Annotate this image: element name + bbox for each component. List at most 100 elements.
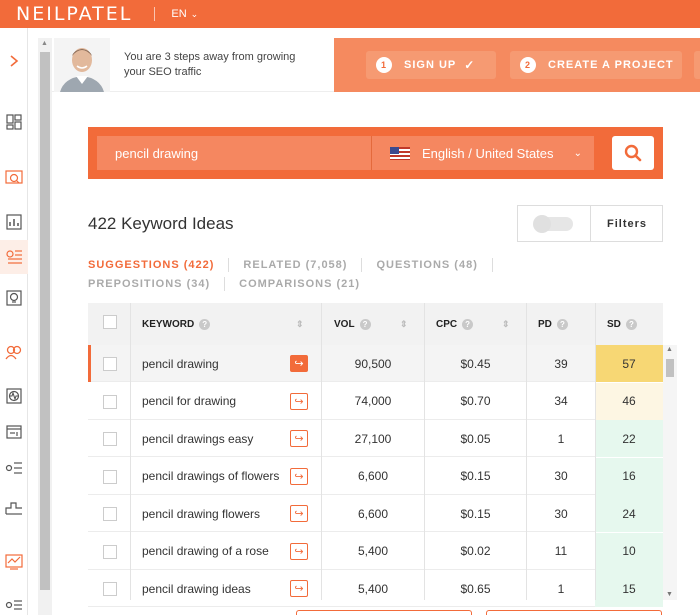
divider xyxy=(491,258,493,272)
step-number: 2 xyxy=(520,57,536,73)
row-checkbox[interactable] xyxy=(103,469,117,484)
row-checkbox[interactable] xyxy=(103,394,117,409)
filters-button[interactable]: Filters xyxy=(607,218,647,230)
scroll-up-arrow-icon[interactable]: ▲ xyxy=(41,40,48,47)
tab-questions[interactable]: QUESTIONS (48) xyxy=(376,259,477,271)
select-all-checkbox[interactable] xyxy=(103,315,117,329)
open-keyword-icon[interactable]: ↪ xyxy=(290,392,308,410)
keyword-link[interactable]: pencil for drawing xyxy=(142,383,236,420)
cpc-value: $0.65 xyxy=(460,581,491,596)
tab-prepositions[interactable]: PREPOSITIONS (34) xyxy=(88,278,210,290)
content-ideas-icon[interactable] xyxy=(0,420,28,444)
keyword-link[interactable]: pencil drawings of flowers xyxy=(142,458,279,495)
open-keyword-icon[interactable]: ↪ xyxy=(290,430,308,447)
tab-comparisons[interactable]: COMPARISONS (21) xyxy=(239,278,360,290)
table-row[interactable]: pencil drawing flowers ↪ 6,600 $0.15 30 24 xyxy=(88,495,663,532)
bottom-action-button[interactable] xyxy=(486,610,662,615)
step-sign-up-button[interactable]: 1 SIGN UP ✓ xyxy=(366,51,496,79)
language-label: EN xyxy=(171,8,187,20)
scroll-down-arrow-icon[interactable]: ▼ xyxy=(666,591,673,598)
filter-toggle[interactable] xyxy=(533,214,573,233)
divider xyxy=(361,258,363,272)
chrome-extension-icon[interactable] xyxy=(0,496,28,520)
cpc-value: $0.15 xyxy=(460,469,491,483)
keyword-link[interactable]: pencil drawing of a rose xyxy=(142,533,269,570)
list-search-icon[interactable] xyxy=(0,456,28,480)
step-next-button[interactable] xyxy=(694,51,700,79)
traffic-analyzer-icon[interactable] xyxy=(0,210,28,234)
keyword-visualizer-icon[interactable] xyxy=(0,286,28,310)
sidebar-scrollbar[interactable]: ▲ xyxy=(38,38,52,615)
tab-related[interactable]: RELATED (7,058) xyxy=(243,259,347,271)
dashboard-icon[interactable] xyxy=(0,110,28,134)
keyword-link[interactable]: pencil drawing flowers xyxy=(142,495,260,532)
table-row[interactable]: pencil drawings easy ↪ 27,100 $0.05 1 22 xyxy=(88,420,663,457)
vol-value: 6,600 xyxy=(357,469,389,483)
sd-value: 22 xyxy=(595,420,663,457)
scrollbar-thumb[interactable] xyxy=(40,52,50,590)
table-row[interactable]: pencil drawings of flowers ↪ 6,600 $0.15 30 1… xyxy=(88,457,663,495)
sort-icon[interactable]: ⇕ xyxy=(400,319,408,330)
open-keyword-icon[interactable]: ↪ xyxy=(290,542,308,560)
row-checkbox[interactable] xyxy=(103,544,117,559)
keyword-link[interactable]: pencil drawings easy xyxy=(142,420,253,457)
column-label: CPC xyxy=(436,318,458,330)
pd-value: 1 xyxy=(557,581,565,596)
column-divider xyxy=(424,303,425,600)
row-checkbox[interactable] xyxy=(103,507,117,521)
sd-value: 15 xyxy=(595,570,663,607)
info-icon[interactable]: ? xyxy=(556,318,568,330)
column-divider xyxy=(130,303,131,600)
bottom-action-button[interactable] xyxy=(296,610,472,615)
column-pd[interactable]: PD ? xyxy=(538,303,588,345)
open-keyword-icon[interactable]: ↪ xyxy=(290,505,308,522)
table-header: KEYWORD ? ⇕ VOL ? ⇕ CPC ? ⇕ PD ? SD ? xyxy=(88,303,663,345)
scroll-up-arrow-icon[interactable]: ▲ xyxy=(666,346,673,353)
expand-sidebar-icon[interactable] xyxy=(0,50,28,72)
rank-tracking-icon[interactable] xyxy=(0,384,28,408)
checkmark-icon: ✓ xyxy=(464,58,476,72)
backlinks-icon[interactable] xyxy=(0,340,28,364)
tab-suggestions[interactable]: SUGGESTIONS (422) xyxy=(88,259,214,271)
tabs-row-1: SUGGESTIONS (422) RELATED (7,058) QUESTI… xyxy=(88,258,507,272)
table-row[interactable]: pencil drawing ↪ 90,500 $0.45 39 57 xyxy=(88,345,663,382)
open-keyword-icon[interactable]: ↪ xyxy=(290,580,308,597)
sort-icon[interactable]: ⇕ xyxy=(502,319,510,330)
column-sd[interactable]: SD ? xyxy=(607,303,657,345)
info-icon[interactable]: ? xyxy=(199,318,211,330)
table-scrollbar[interactable]: ▲ ▼ xyxy=(663,345,677,600)
info-icon[interactable]: ? xyxy=(625,318,637,330)
table-row[interactable]: pencil drawing ideas ↪ 5,400 $0.65 1 15 xyxy=(88,570,663,607)
scrollbar-thumb[interactable] xyxy=(666,359,674,377)
vol-value: 74,000 xyxy=(354,394,392,408)
info-icon[interactable]: ? xyxy=(462,318,474,330)
settings-icon[interactable] xyxy=(0,596,28,614)
column-keyword[interactable]: KEYWORD ? ⇕ xyxy=(142,303,312,345)
keyword-ideas-icon[interactable] xyxy=(0,240,28,274)
search-button[interactable] xyxy=(612,136,654,170)
keyword-link[interactable]: pencil drawing xyxy=(142,345,219,382)
sd-value: 46 xyxy=(595,382,663,420)
column-cpc[interactable]: CPC ? ⇕ xyxy=(436,303,516,345)
column-vol[interactable]: VOL ? ⇕ xyxy=(334,303,422,345)
table-row[interactable]: pencil for drawing ↪ 74,000 $0.70 34 46 xyxy=(88,382,663,420)
row-checkbox[interactable] xyxy=(103,582,117,596)
language-location-select[interactable]: English / United States ⌄ xyxy=(371,136,594,170)
sort-icon[interactable]: ⇕ xyxy=(296,319,304,330)
step-create-project-button[interactable]: 2 CREATE A PROJECT xyxy=(510,51,682,79)
info-icon[interactable]: ? xyxy=(359,318,371,330)
row-checkbox[interactable] xyxy=(103,357,117,371)
column-divider xyxy=(321,303,322,600)
logo[interactable]: NEILPATEL xyxy=(16,3,132,25)
pd-value: 34 xyxy=(554,394,568,408)
site-audit-icon[interactable] xyxy=(0,166,28,190)
row-checkbox[interactable] xyxy=(103,432,117,446)
keyword-link[interactable]: pencil drawing ideas xyxy=(142,570,251,607)
logo-divider xyxy=(154,7,156,21)
language-selector[interactable]: EN ⌄ xyxy=(171,8,198,20)
open-keyword-icon[interactable]: ↪ xyxy=(290,355,308,372)
analytics-icon[interactable] xyxy=(0,550,28,574)
open-keyword-icon[interactable]: ↪ xyxy=(290,467,308,485)
sd-value: 10 xyxy=(595,532,663,570)
table-row[interactable]: pencil drawing of a rose ↪ 5,400 $0.02 11 10 xyxy=(88,532,663,570)
